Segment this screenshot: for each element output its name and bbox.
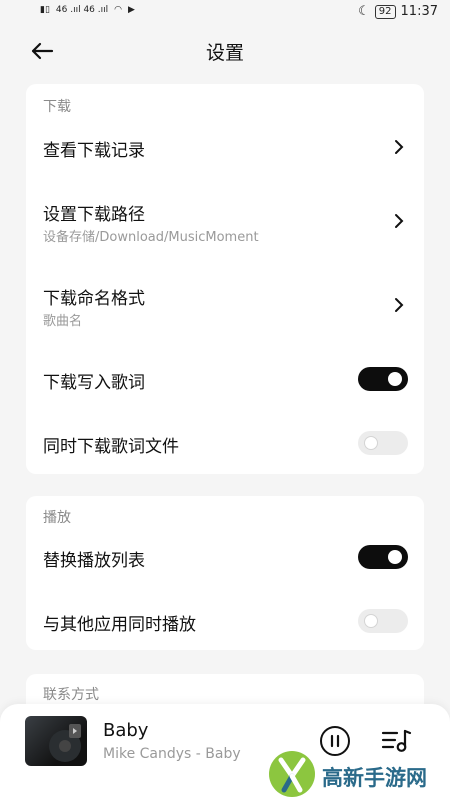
lyrics-file-label: 同时下载歌词文件 [43, 437, 179, 457]
section-label-playback: 播放 [43, 510, 71, 526]
media-icon: ▶ [127, 5, 135, 15]
write-lyrics-row: 下载写入歌词 [26, 358, 424, 402]
battery-indicator: 92 [374, 4, 396, 19]
status-bar: ▮▯ 46 .ııl 46 .ııl ◠ ▶ ☾ 92 11:37 [0, 0, 450, 26]
wifi-icon: ◠ [114, 5, 122, 15]
section-label-contact: 联系方式 [43, 687, 99, 703]
status-right: ☾ 92 11:37 [358, 4, 438, 19]
naming-format-label: 下载命名格式 [43, 289, 145, 309]
chevron-right-icon [395, 214, 404, 228]
header: 设置 [0, 30, 450, 74]
status-time: 11:37 [400, 4, 438, 19]
album-cover[interactable] [25, 716, 87, 766]
song-title: Baby [103, 720, 149, 741]
naming-format-value: 歌曲名 [43, 314, 83, 329]
signal-icon: ▮▯ [40, 5, 50, 15]
view-download-records-row[interactable]: 查看下载记录 [26, 124, 424, 168]
replace-list-label: 替换播放列表 [43, 551, 145, 571]
view-download-records-label: 查看下载记录 [43, 141, 145, 161]
chevron-right-icon [395, 140, 404, 154]
download-path-row[interactable]: 设置下载路径 设备存储/Download/MusicMoment [26, 190, 424, 254]
naming-format-row[interactable]: 下载命名格式 歌曲名 [26, 274, 424, 338]
network-indicator: 46 .ııl 46 .ııl [55, 5, 109, 15]
watermark: 高新手游网 [266, 748, 450, 800]
mix-play-row: 与其他应用同时播放 [26, 600, 424, 644]
download-path-value: 设备存储/Download/MusicMoment [43, 230, 259, 245]
write-lyrics-label: 下载写入歌词 [43, 373, 145, 393]
watermark-logo-icon [269, 751, 315, 797]
replace-list-row: 替换播放列表 [26, 536, 424, 580]
song-artist: Mike Candys - Baby [103, 746, 241, 762]
toggle-knob [388, 550, 402, 564]
write-lyrics-toggle[interactable] [358, 367, 408, 391]
section-label-download: 下载 [43, 99, 71, 115]
toggle-knob [364, 436, 378, 450]
toggle-knob [388, 372, 402, 386]
download-card: 下载 查看下载记录 设置下载路径 设备存储/Download/MusicMome… [26, 84, 424, 474]
moon-icon: ☾ [358, 4, 370, 19]
status-left: ▮▯ 46 .ııl 46 .ııl ◠ ▶ [40, 5, 135, 15]
toggle-knob [364, 614, 378, 628]
lyrics-file-toggle[interactable] [358, 431, 408, 455]
replace-list-toggle[interactable] [358, 545, 408, 569]
playback-card: 播放 替换播放列表 与其他应用同时播放 [26, 496, 424, 650]
lyrics-file-row: 同时下载歌词文件 [26, 422, 424, 466]
watermark-text: 高新手游网 [322, 766, 427, 790]
album-art-image [49, 724, 81, 762]
mix-play-label: 与其他应用同时播放 [43, 615, 196, 635]
page-title: 设置 [205, 42, 244, 64]
download-path-label: 设置下载路径 [43, 205, 145, 225]
chevron-right-icon [395, 298, 404, 312]
mix-play-toggle[interactable] [358, 609, 408, 633]
